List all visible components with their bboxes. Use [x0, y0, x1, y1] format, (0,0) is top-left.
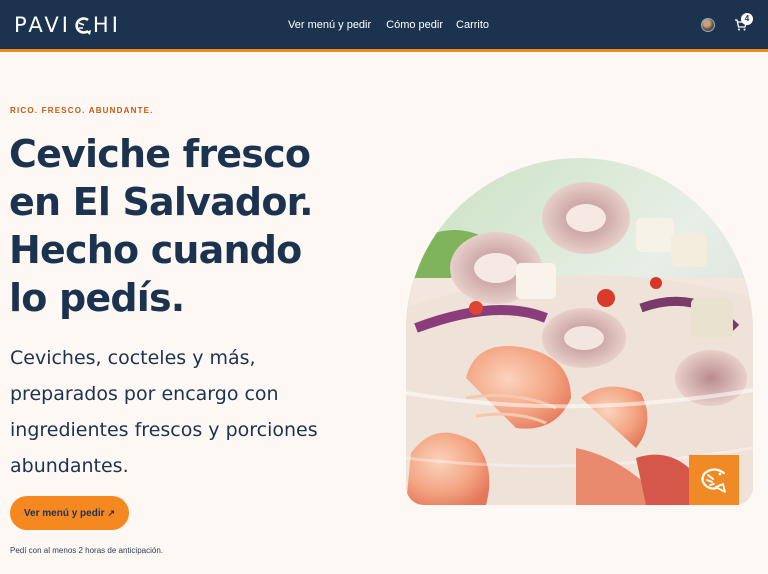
main-nav: Ver menú y pedir Cómo pedir Carrito [288, 19, 489, 31]
ceviche-photo [406, 158, 753, 505]
order-lead-time-note: Pedí con al menos 2 horas de anticipació… [10, 546, 163, 555]
logo-text-left: PAVI [14, 13, 71, 37]
nav-link-how-to-order[interactable]: Cómo pedir [386, 19, 443, 31]
hero-eyebrow: RICO. FRESCO. ABUNDANTE. [10, 106, 154, 115]
top-navbar: PAVI HI Ver menú y pedir Cómo pedir Carr… [0, 0, 768, 52]
hero-headline: Ceviche fresco en El Salvador. Hecho cua… [9, 132, 314, 320]
nav-link-cart[interactable]: Carrito [456, 19, 489, 31]
arrow-up-right-icon: ↗ [107, 507, 116, 518]
brand-logo[interactable]: PAVI HI [14, 12, 121, 38]
shrimp-badge [689, 455, 739, 505]
hero-subtext: Ceviches, cocteles y más, preparados por… [10, 347, 318, 477]
shrimp-icon [701, 468, 726, 493]
order-menu-button-label: Ver menú y pedir [23, 507, 105, 519]
logo-text-right: HI [92, 13, 121, 37]
cart-count-badge: 4 [741, 13, 753, 25]
avatar[interactable] [701, 18, 715, 32]
order-menu-button[interactable]: Ver menú y pedir ↗ [10, 496, 129, 530]
ceviche-hero-image [406, 158, 753, 505]
nav-link-menu[interactable]: Ver menú y pedir [288, 19, 371, 31]
shrimp-logo-icon [75, 17, 91, 35]
